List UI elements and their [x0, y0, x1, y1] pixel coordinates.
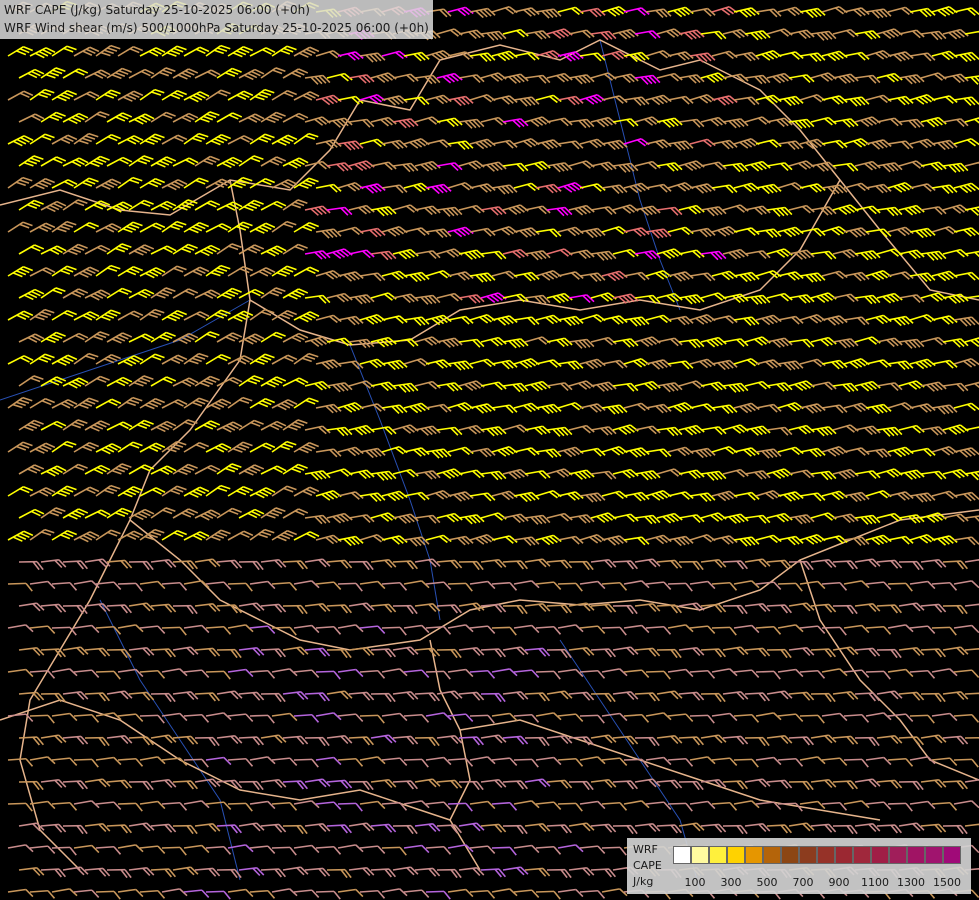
- legend-swatch: [853, 846, 871, 864]
- legend-swatch: [835, 846, 853, 864]
- legend-swatch: [781, 846, 799, 864]
- legend-label-unit: J/kg: [633, 875, 654, 888]
- legend-tick-label: 300: [720, 876, 742, 889]
- legend-color-scale: [673, 846, 961, 864]
- legend-swatch: [925, 846, 943, 864]
- legend-swatch: [709, 846, 727, 864]
- legend-swatch: [673, 846, 691, 864]
- cape-title: WRF CAPE (J/kg) Saturday 25-10-2025 06:0…: [4, 3, 310, 17]
- legend-tick-label: 500: [756, 876, 778, 889]
- cape-legend: WRF CAPE J/kg 100 300 500 700 900 1100 1300 150…: [627, 838, 971, 894]
- legend-tick-label: 1500: [933, 876, 961, 889]
- legend-swatch: [871, 846, 889, 864]
- legend-swatch: [763, 846, 781, 864]
- legend-label-field: CAPE: [633, 859, 662, 872]
- legend-tick-label: 100: [684, 876, 706, 889]
- legend-label-model: WRF: [633, 843, 658, 856]
- legend-swatch: [907, 846, 925, 864]
- map-header: WRF CAPE (J/kg) Saturday 25-10-2025 06:0…: [0, 0, 433, 39]
- legend-tick-label: 900: [828, 876, 850, 889]
- legend-swatch: [817, 846, 835, 864]
- forecast-map: [0, 0, 979, 900]
- legend-swatch: [727, 846, 745, 864]
- legend-swatch: [889, 846, 907, 864]
- legend-tick-label: 1300: [897, 876, 925, 889]
- legend-tick-label: 1100: [861, 876, 889, 889]
- wind-shear-title: WRF Wind shear (m/s) 500/1000hPa Saturda…: [4, 21, 429, 35]
- legend-tick-label: 700: [792, 876, 814, 889]
- legend-swatch: [943, 846, 961, 864]
- legend-swatch: [691, 846, 709, 864]
- legend-swatch: [799, 846, 817, 864]
- legend-swatch: [745, 846, 763, 864]
